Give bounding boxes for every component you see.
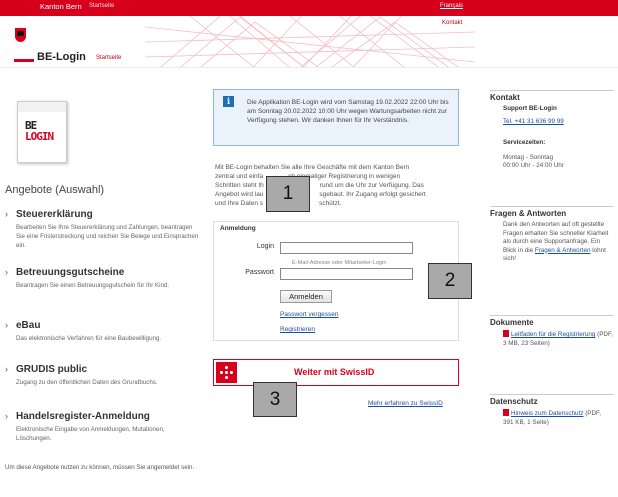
marker-2: 2 [428, 263, 472, 299]
support-title: Support BE-Login [503, 105, 557, 112]
chevron-right-icon: › [5, 320, 8, 330]
top-bar: Kanton Bern Startseite Français [0, 0, 618, 16]
bern-crest-icon [15, 28, 26, 42]
register-link[interactable]: Registrieren [280, 326, 315, 333]
pdf-icon [503, 330, 509, 337]
intro-line: Angebot wird lau sgebaut. Ihr Zugang erfo… [215, 191, 426, 198]
swissid-label: Weiter mit SwissID [294, 367, 375, 377]
language-switch[interactable]: Français [440, 3, 463, 9]
maintenance-message: Die Applikation BE-Login wird vom Samsta… [247, 99, 449, 124]
marker-3: 3 [253, 382, 297, 417]
offer-title[interactable]: Betreuungsgutscheine [16, 267, 124, 278]
offer-description: Bearbeiten Sie Ihre Steuererklärung und … [16, 224, 199, 249]
offer-title[interactable]: Handelsregister-Anmeldung [16, 411, 150, 422]
intro-line: Mit BE-Login behalten Sie alle Ihre Gesc… [215, 164, 410, 171]
header-pattern [145, 16, 475, 67]
brand-home-link[interactable]: Startseite [96, 55, 121, 61]
brand-title[interactable]: BE-Login [37, 51, 86, 63]
chevron-right-icon: › [5, 209, 8, 219]
contact-box: Kontakt Support BE-Login Tel. +41 31 636… [490, 90, 614, 185]
faq-text: Dank den Antworten auf oft gestellte Fra… [503, 221, 609, 262]
swissid-button[interactable]: Weiter mit SwissID [213, 359, 459, 386]
document-entry: Leitfaden für die Registrierung (PDF, 3 … [503, 330, 613, 348]
offers-title: Angebote (Auswahl) [5, 184, 105, 196]
offer-description: Zugang zu den öffentlichen Daten des Gru… [16, 379, 158, 386]
support-phone-link[interactable]: Tel. +41 31 636 99 99 [503, 118, 613, 127]
login-input[interactable] [280, 242, 413, 254]
home-link[interactable]: Startseite [89, 3, 114, 9]
service-hours: 00:00 Uhr - 24:00 Uhr [503, 162, 564, 169]
chevron-right-icon: › [5, 267, 8, 277]
page-content: BE LOGIN Angebote (Auswahl) › Steuererkl… [0, 82, 618, 497]
chevron-right-icon: › [5, 364, 8, 374]
swissid-more-link[interactable]: Mehr erfahren zu SwissID [368, 400, 443, 407]
privacy-title: Datenschutz [490, 397, 538, 406]
marker-1: 1 [266, 176, 310, 212]
brand-accent-line [14, 59, 34, 62]
info-sidebar: Kontakt Support BE-Login Tel. +41 31 636… [490, 82, 618, 497]
login-heading: Anmeldung [220, 225, 256, 232]
offer-title[interactable]: Steuererklärung [16, 209, 93, 220]
contact-title: Kontakt [490, 93, 520, 102]
offer-description: Das elektronische Verfahren für eine Bau… [16, 335, 162, 342]
password-label: Passwort [245, 269, 274, 276]
site-name-link[interactable]: Kanton Bern [40, 2, 82, 11]
login-form: Anmeldung Login E-Mail-Adresse oder Mita… [213, 221, 459, 341]
swissid-logo-icon [216, 362, 237, 383]
offer-title[interactable]: eBau [16, 320, 40, 331]
privacy-entry: Hinweis zum Datenschutz (PDF, 391 KB, 1 … [503, 409, 613, 427]
login-submit-button[interactable]: Anmelden [280, 290, 332, 303]
password-input[interactable] [280, 268, 413, 280]
intro-text: Mit BE-Login behalten Sie alle Ihre Gesc… [215, 163, 460, 208]
faq-link[interactable]: Fragen & Antworten [535, 247, 591, 254]
login-label: Login [256, 243, 274, 250]
registration-guide-link[interactable]: Leitfaden für die Registrierung [511, 331, 595, 338]
documents-title: Dokumente [490, 318, 534, 327]
offers-column: BE LOGIN Angebote (Auswahl) › Steuererkl… [0, 82, 205, 497]
offer-description: Beantragen Sie einen Betreuungsgutschein… [16, 282, 170, 289]
logo-line-2: LOGIN [25, 130, 54, 143]
contact-link[interactable]: Kontakt [442, 20, 462, 26]
service-hours-title: Servicezeiten: [503, 139, 546, 146]
forgot-password-link[interactable]: Passwort vergessen [280, 311, 339, 318]
faq-title: Fragen & Antworten [490, 209, 567, 218]
pdf-icon [503, 409, 509, 416]
login-required-note: Um diese Angebote nutzen zu können, müss… [5, 464, 195, 471]
offer-description: Elektronische Eingabe von Anmeldungen, M… [16, 426, 165, 442]
chevron-right-icon: › [5, 411, 8, 421]
offer-title[interactable]: GRUDIS public [16, 364, 87, 375]
maintenance-notice: i Die Applikation BE-Login wird vom Sams… [213, 89, 459, 146]
documents-box: Dokumente Leitfaden für die Registrierun… [490, 315, 614, 375]
privacy-box: Datenschutz Hinweis zum Datenschutz (PDF… [490, 394, 614, 444]
intro-line: und Ihre Daten s schützt. [215, 200, 342, 207]
login-hint: E-Mail-Adresse oder Mitarbeiter-Login [292, 260, 387, 266]
info-icon: i [223, 96, 234, 107]
be-login-logo: BE LOGIN [17, 101, 67, 163]
header: Kontakt BE-Login Startseite [0, 16, 618, 68]
intro-line: zentral und einfa ch einmaliger Registrie… [215, 173, 401, 180]
intro-line: Schritten steht Ih rund um die Uhr zur Ve… [215, 182, 424, 189]
faq-box: Fragen & Antworten Dank den Antworten au… [490, 206, 614, 286]
privacy-notice-link[interactable]: Hinweis zum Datenschutz [511, 410, 583, 417]
